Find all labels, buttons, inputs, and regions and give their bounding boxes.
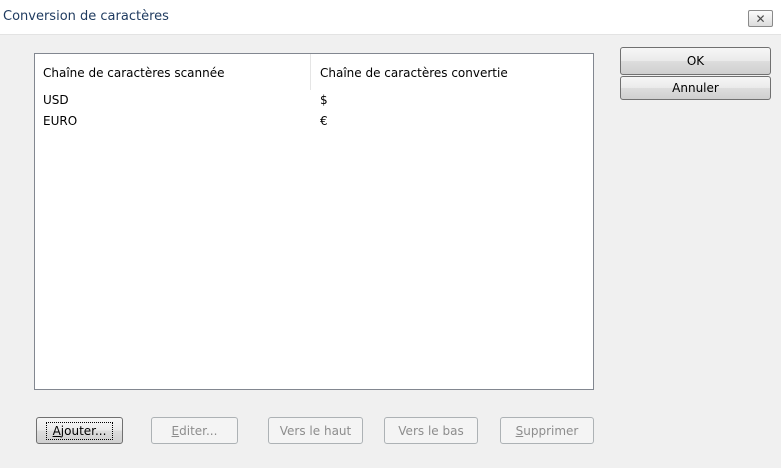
move-up-button[interactable]: Vers le haut [268,417,363,444]
column-header-converted[interactable]: Chaîne de caractères convertie [311,54,593,90]
scanned-string-cell: USD [43,93,69,107]
move-down-button-label: Vers le bas [398,423,464,438]
scanned-string-cell: EURO [43,114,78,128]
list-item[interactable]: EURO € [35,111,593,132]
converted-string-cell: $ [320,93,328,107]
ok-button-label: OK [686,54,705,68]
close-button[interactable]: ✕ [748,10,773,27]
edit-label-rest: diter... [179,423,218,438]
list-header: Chaîne de caractères scannée Chaîne de c… [35,54,593,90]
window-title: Conversion de caractères [3,9,169,24]
edit-mnemonic: E [171,423,180,438]
converted-string-cell: € [320,114,328,128]
title-bar[interactable]: Conversion de caractères ✕ [0,0,781,35]
delete-button-label: Supprimer [516,424,579,438]
cancel-button-label: Annuler [672,81,719,95]
move-down-button[interactable]: Vers le bas [384,417,478,444]
add-mnemonic: A [52,423,61,438]
cancel-button[interactable]: Annuler [620,76,771,100]
conversion-list[interactable]: Chaîne de caractères scannée Chaîne de c… [34,53,594,390]
move-up-button-label: Vers le haut [279,423,352,438]
add-button[interactable]: Ajouter... [36,417,123,444]
ok-button[interactable]: OK [620,47,771,75]
edit-button-label: Editer... [172,424,218,438]
list-item[interactable]: USD $ [35,90,593,111]
conversion-dialog: Conversion de caractères ✕ Chaîne de car… [0,0,781,468]
delete-label-rest: upprimer [523,423,579,438]
column-header-scanned[interactable]: Chaîne de caractères scannée [35,54,311,90]
add-button-label: Ajouter... [45,421,114,440]
edit-button[interactable]: Editer... [151,417,238,444]
list-rows: USD $ EURO € [35,90,593,132]
close-icon: ✕ [755,11,766,26]
add-label-rest: jouter... [60,423,107,438]
delete-button[interactable]: Supprimer [500,417,594,444]
